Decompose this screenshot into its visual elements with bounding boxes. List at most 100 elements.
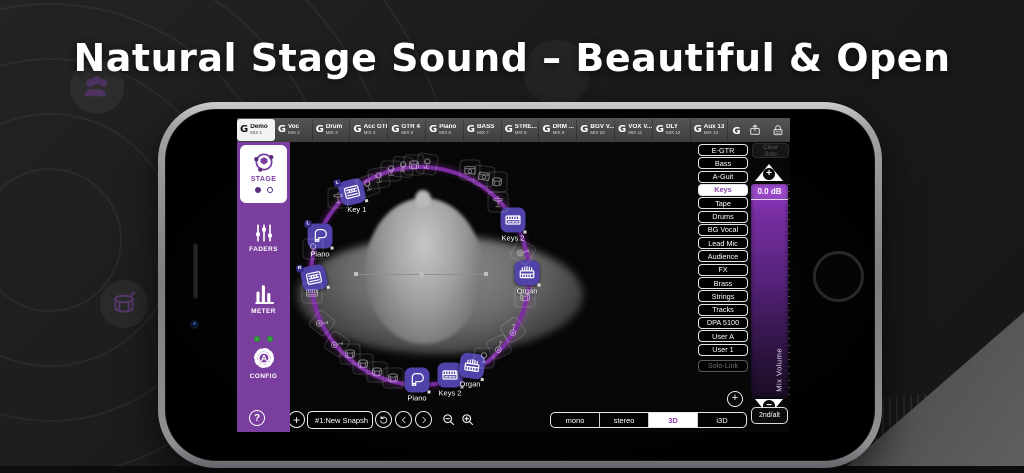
chevron-left-icon	[401, 416, 405, 423]
next-button[interactable]	[415, 411, 432, 428]
center-view-button[interactable]: +	[727, 391, 743, 407]
group-button-a-guit[interactable]: A-Guit	[698, 170, 748, 183]
stage-channel-drum[interactable]	[486, 171, 508, 193]
stage-width-axis[interactable]	[354, 272, 488, 277]
group-button-brass[interactable]: Brass	[698, 277, 748, 289]
group-button-tape[interactable]: Tape	[698, 197, 748, 210]
undo-icon	[380, 415, 388, 424]
mode-i3D[interactable]: i3D	[698, 413, 746, 427]
snapshot-button[interactable]: #1:New Snapsh	[307, 411, 373, 429]
group-button-audience[interactable]: Audience	[698, 250, 748, 263]
guitar-icon	[315, 320, 328, 327]
group-button-bg-vocal[interactable]: BG Vocal	[698, 223, 748, 236]
group-button-lead-mic[interactable]: Lead Mic	[698, 237, 748, 250]
stage-channel-piano[interactable]: Piano	[404, 367, 431, 403]
group-button-user-1[interactable]: User 1	[698, 343, 748, 356]
stage-channel-cymbal[interactable]	[327, 187, 349, 209]
stage-channel-drum[interactable]	[382, 367, 404, 389]
help-button[interactable]: ?	[249, 410, 265, 426]
drum-icon	[520, 292, 530, 302]
group-button-strings[interactable]: Strings	[698, 290, 748, 303]
tab-mix-number: MIX 7	[477, 130, 489, 136]
drum-icon	[388, 373, 398, 383]
channel-side-badge: L	[304, 220, 312, 228]
tab-mix-number: MIX 3	[325, 130, 338, 136]
sidebar-item-config[interactable]: A CONFIG	[237, 345, 290, 380]
sidebar-item-faders[interactable]: FADERS	[237, 222, 290, 253]
gear-icon: A	[253, 348, 274, 368]
mix-tab-8[interactable]: G STRE... MIX 8	[502, 119, 540, 141]
stage-channel-keyboard[interactable]	[301, 282, 323, 304]
stage-channel-cymbal[interactable]	[487, 191, 509, 213]
nav-sidebar: STAGE FADERS METER A CONFIG ?	[237, 142, 290, 432]
mix-tab-13[interactable]: G Aux 13 MIX 13	[691, 119, 729, 141]
mix-tab-2[interactable]: G Voc MIX 2	[275, 119, 313, 141]
earpiece-speaker	[193, 243, 198, 299]
config-label: CONFIG	[249, 373, 278, 380]
zoom-in-button[interactable]	[459, 411, 476, 428]
mix-tab-3[interactable]: G Drum MIX 3	[313, 119, 351, 141]
sidebar-item-stage[interactable]: STAGE	[240, 145, 287, 203]
plus-icon: +	[292, 412, 300, 427]
plus-icon: +	[763, 168, 775, 180]
status-leds	[237, 336, 290, 342]
group-button-dpa-5100[interactable]: DPA 5100	[698, 316, 748, 329]
group-button-tracks[interactable]: Tracks	[698, 303, 748, 316]
group-button-user-a[interactable]: User A	[698, 330, 748, 343]
corner-handle	[480, 377, 484, 382]
lock-button[interactable]	[770, 122, 786, 138]
prev-button[interactable]	[395, 411, 412, 428]
sidebar-item-meter[interactable]: METER	[237, 282, 290, 315]
fader-scale-ticks	[788, 184, 790, 398]
mix-tab-4[interactable]: G Acc GTR MIX 4	[350, 119, 389, 141]
klang-logo-icon: G	[391, 124, 400, 135]
group-button-keys[interactable]: Keys	[698, 183, 748, 196]
stage-channel-drum[interactable]	[514, 286, 536, 308]
mic-icon	[414, 151, 440, 177]
mode-3D[interactable]: 3D	[649, 413, 698, 427]
mic-icon	[480, 352, 488, 363]
organ-icon	[519, 266, 535, 279]
corner-handle	[537, 283, 541, 287]
cymbal-icon	[333, 191, 343, 204]
channel-label: Key 1	[346, 204, 366, 214]
topbar-icons	[747, 122, 786, 138]
stage-channel-mic[interactable]	[414, 151, 440, 177]
mic-icon	[473, 347, 495, 369]
mix-tab-7[interactable]: G BASS MIX 7	[464, 119, 502, 141]
solo-link-button[interactable]: Solo-Link	[698, 359, 748, 372]
klang-logo-icon: G	[504, 124, 513, 135]
tab-mix-number: MIX 2	[288, 130, 300, 136]
home-button[interactable]	[813, 251, 864, 302]
clear-solo-button[interactable]: Clear Solo	[752, 143, 789, 158]
add-button[interactable]: +	[288, 411, 305, 428]
stage-channel-mic[interactable]	[473, 347, 495, 369]
mix-volume-fader[interactable]: 0.0 dB Mix Volume	[751, 184, 788, 398]
tab-mix-number: MIX 9	[552, 130, 565, 136]
mix-tab-1[interactable]: G Demo MIX 1	[237, 119, 275, 141]
mode-mono[interactable]: mono	[551, 413, 600, 427]
klang-logo-icon: G	[240, 124, 249, 135]
undo-button[interactable]	[375, 411, 392, 428]
corner-handle	[326, 285, 331, 290]
export-button[interactable]	[747, 122, 763, 138]
mix-tab-5[interactable]: G GTR 4 MIX 5	[388, 119, 426, 141]
corner-handle	[427, 390, 431, 394]
mix-tab-10[interactable]: G BGV V... MIX 10	[577, 119, 615, 141]
group-button-bass[interactable]: Bass	[698, 157, 748, 170]
mix-tab-partial[interactable]: G	[728, 121, 746, 139]
group-button-drums[interactable]: Drums	[698, 210, 748, 223]
group-button-fx[interactable]: FX	[698, 263, 748, 276]
guitar-icon	[517, 248, 530, 257]
mix-tab-11[interactable]: G VOX V... MIX 11	[615, 119, 653, 141]
mix-tab-12[interactable]: G DLY MIX 12	[653, 119, 691, 141]
second-alt-button[interactable]: 2nd/alt	[751, 407, 788, 424]
stage-channel-mic[interactable]	[302, 238, 324, 260]
zoom-out-button[interactable]	[440, 411, 457, 428]
mix-tab-9[interactable]: G DRM ... MIX 9	[539, 119, 578, 141]
tab-mix-number: MIX 6	[439, 130, 451, 136]
mode-stereo[interactable]: stereo	[600, 413, 649, 427]
klang-logo-icon: G	[428, 124, 438, 135]
group-button-e-gtr[interactable]: E-GTR	[698, 144, 748, 156]
mix-tab-6[interactable]: G Piano MIX 6	[426, 119, 464, 141]
